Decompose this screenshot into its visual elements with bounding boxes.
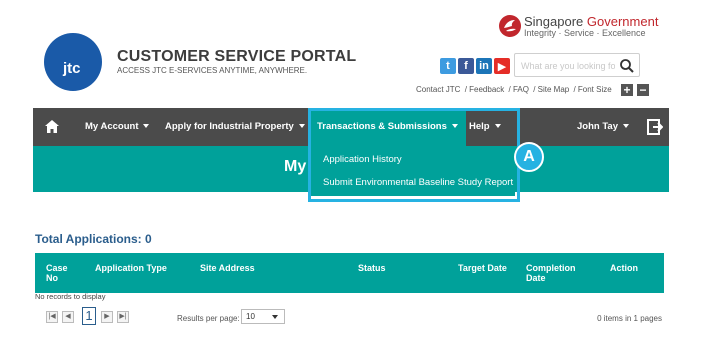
search-icon[interactable] <box>619 58 635 74</box>
sg-gov-title: Singapore Government <box>524 14 658 29</box>
last-page-button[interactable]: ▶| <box>117 311 129 323</box>
menu-item-submit-ebs-report[interactable]: Submit Environmental Baseline Study Repo… <box>323 177 513 188</box>
total-applications-heading: Total Applications: 0 <box>35 232 152 246</box>
no-records-message: No records to display <box>35 292 106 301</box>
column-completion-line1: Completion <box>526 263 576 273</box>
home-icon <box>45 120 59 133</box>
column-case-no[interactable]: Case No <box>46 263 68 283</box>
nav-apply-label: Apply for Industrial Property <box>165 121 294 132</box>
column-case-no-line1: Case <box>46 263 68 273</box>
menu-item-application-history[interactable]: Application History <box>323 154 402 165</box>
chevron-down-icon <box>623 124 629 129</box>
chevron-down-icon <box>298 124 305 129</box>
column-completion-line2: Date <box>526 273 546 283</box>
column-action: Action <box>610 263 638 273</box>
nav-apply-industrial-property[interactable]: Apply for Industrial Property <box>165 108 305 146</box>
pagination-info: 0 items in 1 pages <box>597 314 662 323</box>
font-increase-button[interactable]: + <box>621 84 633 96</box>
results-per-page-select[interactable]: 10 <box>241 309 285 324</box>
search-box <box>514 53 640 77</box>
top-links: Contact JTC / Feedback / FAQ / Site Map … <box>416 85 614 94</box>
results-per-page-label: Results per page: <box>177 314 240 323</box>
column-completion-date[interactable]: Completion Date <box>526 263 576 283</box>
first-page-button[interactable]: |◀ <box>46 311 58 323</box>
column-target-date[interactable]: Target Date <box>458 263 507 273</box>
column-status[interactable]: Status <box>358 263 386 273</box>
prev-page-button[interactable]: ◀ <box>62 311 74 323</box>
nav-my-account[interactable]: My Account <box>85 108 150 146</box>
font-size-label: / Font Size <box>573 85 612 94</box>
nav-help-label: Help <box>469 121 490 132</box>
nav-transactions-submissions[interactable]: Transactions & Submissions <box>309 108 466 146</box>
applications-table-header: Case No Application Type Site Address Sta… <box>35 253 664 293</box>
column-application-type[interactable]: Application Type <box>95 263 167 273</box>
jtc-logo[interactable]: jtc <box>44 33 102 91</box>
youtube-icon[interactable]: ▶ <box>494 58 510 74</box>
page-title: My <box>284 158 307 175</box>
next-page-button[interactable]: ▶ <box>101 311 113 323</box>
feedback-link[interactable]: / Feedback <box>465 85 505 94</box>
search-input[interactable] <box>521 58 615 74</box>
portal-title: CUSTOMER SERVICE PORTAL <box>117 48 357 65</box>
nav-help[interactable]: Help <box>469 108 501 146</box>
user-name: John Tay <box>577 121 618 132</box>
portal-tagline: ACCESS JTC E-SERVICES ANYTIME, ANYWHERE. <box>117 66 308 75</box>
chevron-down-icon <box>143 124 150 129</box>
home-button[interactable] <box>45 108 67 146</box>
site-map-link[interactable]: / Site Map <box>533 85 569 94</box>
column-case-no-line2: No <box>46 273 58 283</box>
main-navbar: My Account Apply for Industrial Property… <box>33 108 669 146</box>
singapore-lion-logo-icon[interactable] <box>498 14 522 38</box>
svg-text:jtc: jtc <box>62 60 81 77</box>
nav-transactions-label: Transactions & Submissions <box>317 121 447 132</box>
callout-badge: A <box>514 142 544 172</box>
twitter-icon[interactable]: t <box>440 58 456 74</box>
chevron-down-icon <box>451 124 458 129</box>
transactions-dropdown-menu: Application History Submit Environmental… <box>311 146 515 196</box>
linkedin-icon[interactable]: in <box>476 58 492 74</box>
chevron-down-icon <box>494 124 501 129</box>
faq-link[interactable]: / FAQ <box>509 85 529 94</box>
column-site-address[interactable]: Site Address <box>200 263 255 273</box>
logout-icon <box>647 119 663 135</box>
nav-user-menu[interactable]: John Tay <box>577 108 629 146</box>
sg-gov-name-1: Singapore <box>524 14 584 29</box>
contact-jtc-link[interactable]: Contact JTC <box>416 85 460 94</box>
results-per-page-value: 10 <box>246 312 255 321</box>
sg-gov-name-2: Government <box>586 14 659 29</box>
chevron-down-icon <box>272 315 278 319</box>
nav-my-account-label: My Account <box>85 121 139 132</box>
facebook-icon[interactable]: f <box>458 58 474 74</box>
font-decrease-button[interactable]: − <box>637 84 649 96</box>
current-page-number[interactable]: 1 <box>82 307 96 325</box>
sg-gov-tagline: Integrity · Service · Excellence <box>524 28 646 38</box>
